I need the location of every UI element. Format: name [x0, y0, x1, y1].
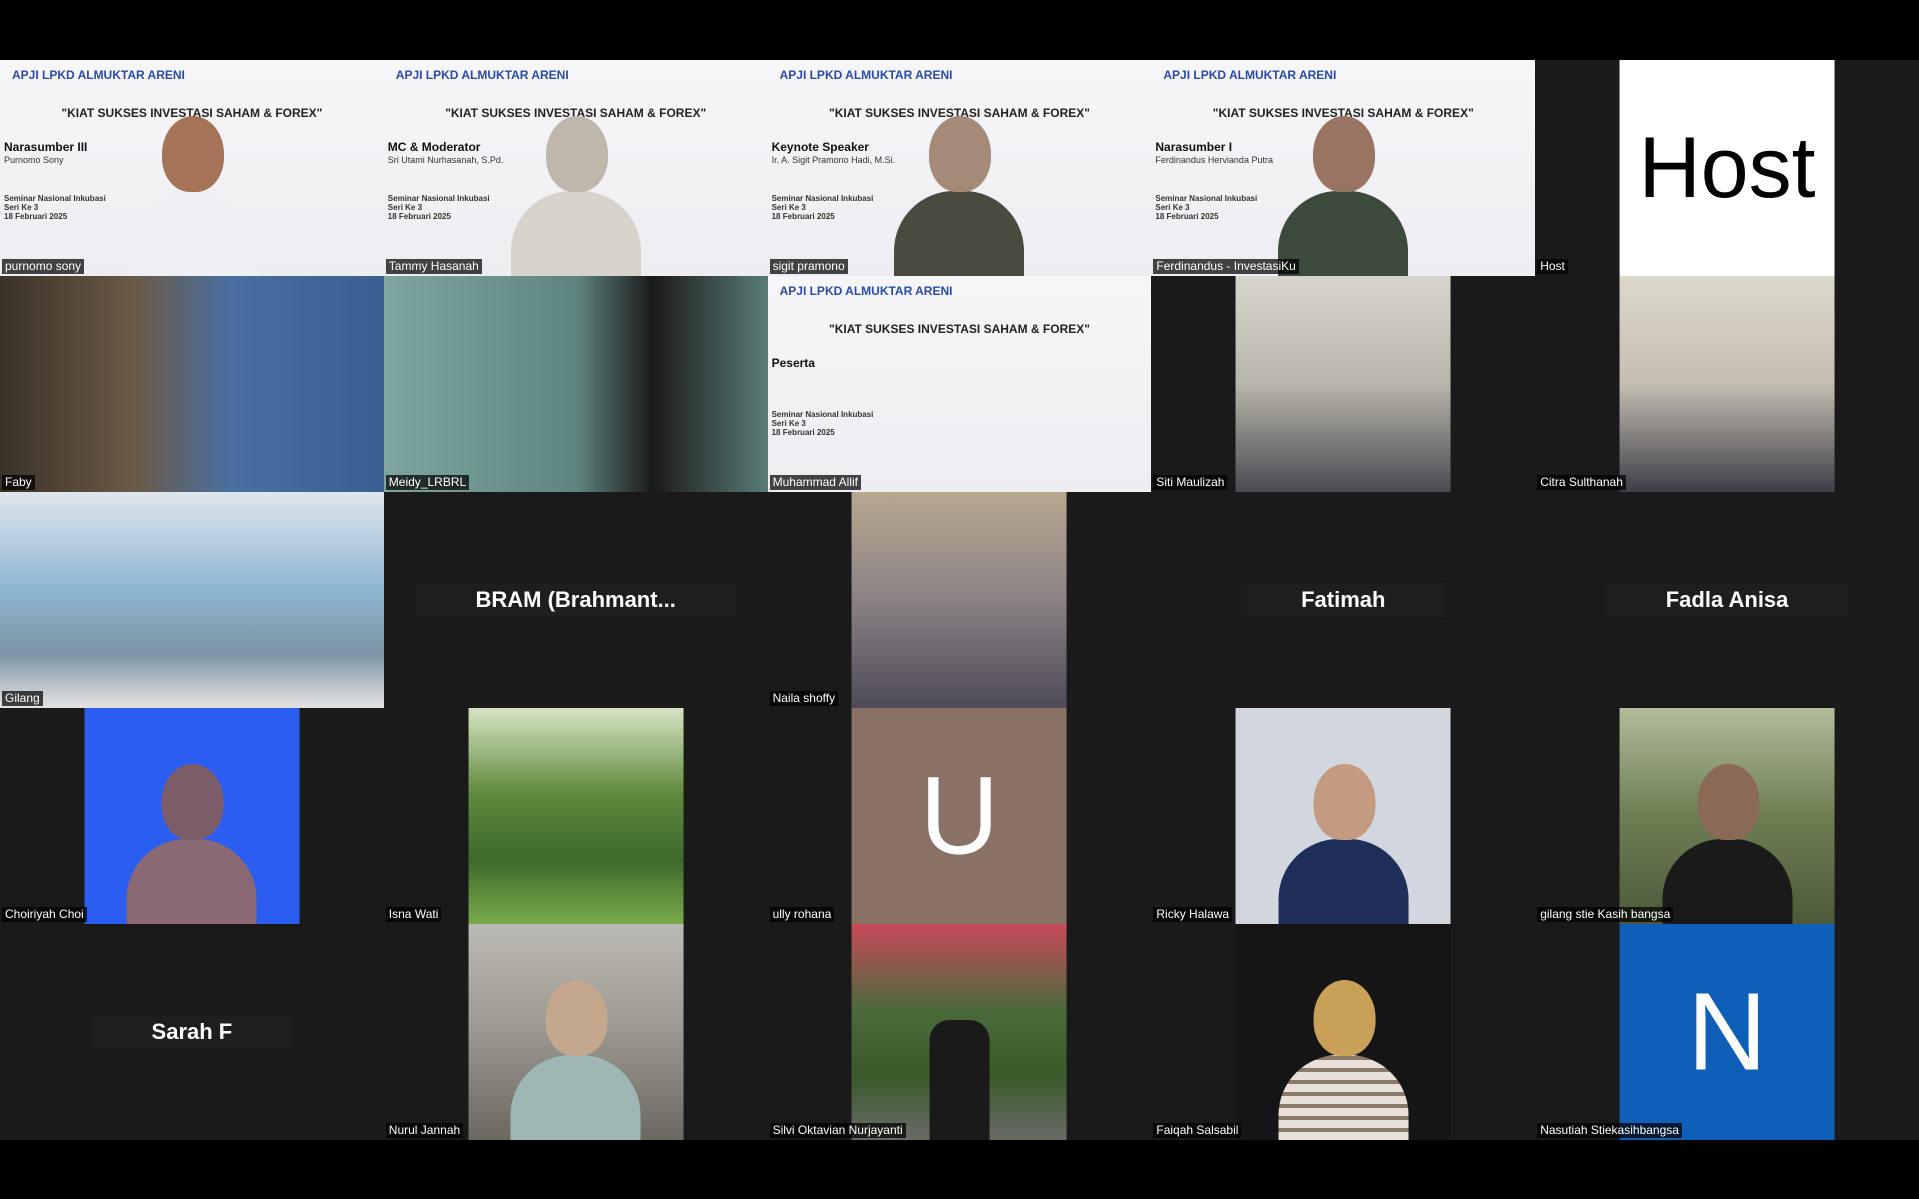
sponsor-logos: APJI LPKD ALMUKTAR ARENI [779, 68, 953, 82]
sponsor-logos: APJI LPKD ALMUKTAR ARENI [395, 68, 569, 82]
participant-video [852, 492, 1067, 708]
speaker-role: Peserta [771, 356, 815, 370]
participant-name: Choiriyah Choi [2, 907, 87, 922]
participant-tile[interactable]: APJI LPKD ALMUKTAR ARENI "KIAT SUKSES IN… [767, 276, 1152, 492]
participant-display-name: Fatimah [1241, 583, 1446, 617]
seminar-info: Seminar Nasional Inkubasi Seri Ke 3 18 Feb… [1155, 194, 1258, 221]
participant-video [0, 276, 384, 492]
participant-tile[interactable]: Host Host [1535, 60, 1919, 276]
participant-video [1278, 96, 1409, 276]
participant-tile[interactable]: N Nasutiah Stiekasihbangsa [1535, 924, 1919, 1140]
participant-name: Nasutiah Stiekasihbangsa [1537, 1123, 1682, 1138]
seminar-info: Seminar Nasional Inkubasi Seri Ke 3 18 Feb… [4, 194, 106, 221]
participant-video [1619, 276, 1835, 492]
participant-name: Faiqah Salsabil [1153, 1123, 1242, 1138]
slide-slogan: "KIAT SUKSES INVESTASI SAHAM & FOREX" [829, 322, 1090, 336]
participant-tile[interactable]: Nurul Jannah [383, 924, 768, 1140]
participant-photo [84, 708, 300, 924]
participant-name: Muhammad Allif [769, 475, 861, 490]
speaker-role: Keynote Speaker [771, 140, 869, 154]
participant-video [510, 96, 641, 276]
participant-tile[interactable]: APJI LPKD ALMUKTAR ARENI "KIAT SUKSES IN… [383, 60, 768, 276]
speaker-full-name: Purnomo Sony [4, 155, 64, 165]
participant-photo [468, 924, 684, 1140]
participant-tile[interactable]: Faiqah Salsabil [1151, 924, 1536, 1140]
participant-name: Host [1537, 259, 1568, 274]
participant-name: Faby [2, 475, 35, 490]
participant-photo [468, 708, 684, 924]
participant-name: Ricky Halawa [1153, 907, 1233, 922]
participant-tile[interactable]: Silvi Oktavian Nurjayanti [767, 924, 1152, 1140]
speaker-role: Narasumber I [1155, 140, 1233, 154]
participant-photo [852, 924, 1067, 1140]
participant-name: Naila shoffy [769, 691, 839, 706]
participant-tile[interactable]: APJI LPKD ALMUKTAR ARENI "KIAT SUKSES IN… [0, 60, 384, 276]
participant-name: sigit pramono [769, 259, 848, 274]
participant-name: purnomo sony [2, 259, 85, 274]
seminar-info: Seminar Nasional Inkubasi Seri Ke 3 18 Feb… [387, 194, 490, 221]
participant-tile[interactable]: Isna Wati [383, 708, 768, 924]
participant-tile[interactable]: BRAM (Brahmant... [383, 492, 768, 708]
participant-photo [1235, 924, 1451, 1140]
speaker-full-name: Ferdinandus Hervianda Putra [1155, 155, 1273, 165]
participant-photo [1235, 708, 1451, 924]
participant-name: ully rohana [769, 907, 835, 922]
participant-tile[interactable]: APJI LPKD ALMUKTAR ARENI "KIAT SUKSES IN… [767, 60, 1152, 276]
participant-name: Gilang [2, 691, 43, 706]
participant-tile[interactable]: Ricky Halawa [1151, 708, 1536, 924]
participant-name: gilang stie Kasih bangsa [1537, 907, 1674, 922]
participant-tile[interactable]: U ully rohana [767, 708, 1152, 924]
participant-name: Nurul Jannah [385, 1123, 464, 1138]
avatar: U [852, 708, 1067, 924]
participant-name: Isna Wati [385, 907, 442, 922]
participant-display-name: Sarah F [91, 1015, 293, 1049]
participant-tile[interactable]: Choiriyah Choi [0, 708, 384, 924]
sponsor-logos: APJI LPKD ALMUKTAR ARENI [779, 284, 953, 298]
speaker-role: Narasumber III [4, 140, 88, 154]
participant-video [383, 276, 768, 492]
participant-tile[interactable]: gilang stie Kasih bangsa [1535, 708, 1919, 924]
avatar: N [1619, 924, 1835, 1140]
participant-tile[interactable]: Citra Sulthanah [1535, 276, 1919, 492]
participant-tile[interactable]: Naila shoffy [767, 492, 1152, 708]
webinar-slide: APJI LPKD ALMUKTAR ARENI "KIAT SUKSES IN… [767, 276, 1152, 492]
host-placeholder: Host [1619, 60, 1835, 276]
sponsor-logos: APJI LPKD ALMUKTAR ARENI [1163, 68, 1337, 82]
participant-tile[interactable]: Fadla Anisa [1535, 492, 1919, 708]
participant-name: Meidy_LRBRL [385, 475, 470, 490]
participant-display-name: Fadla Anisa [1605, 583, 1849, 617]
participant-tile[interactable]: Sarah F [0, 924, 384, 1140]
participant-tile[interactable]: Faby [0, 276, 384, 492]
participant-video [126, 96, 257, 276]
participant-name: Tammy Hasanah [385, 259, 482, 274]
participant-name: Silvi Oktavian Nurjayanti [769, 1123, 906, 1138]
participant-name: Citra Sulthanah [1537, 475, 1626, 490]
seminar-info: Seminar Nasional Inkubasi Seri Ke 3 18 Feb… [771, 410, 874, 437]
participant-name: Siti Maulizah [1153, 475, 1228, 490]
sponsor-logos: APJI LPKD ALMUKTAR ARENI [12, 68, 185, 82]
video-gallery: APJI LPKD ALMUKTAR ARENI "KIAT SUKSES IN… [0, 60, 1919, 1140]
participant-name: Ferdinandus - InvestasiKu [1153, 259, 1299, 274]
participant-video [894, 96, 1025, 276]
speaker-full-name: Ir. A. Sigit Pramono Hadi, M.Si. [771, 155, 896, 165]
participant-tile[interactable]: Fatimah [1151, 492, 1536, 708]
speaker-role: MC & Moderator [387, 140, 481, 154]
participant-photo [1619, 708, 1835, 924]
seminar-info: Seminar Nasional Inkubasi Seri Ke 3 18 Feb… [771, 194, 874, 221]
participant-tile[interactable]: Meidy_LRBRL [383, 276, 768, 492]
participant-tile[interactable]: APJI LPKD ALMUKTAR ARENI "KIAT SUKSES IN… [1151, 60, 1536, 276]
speaker-full-name: Sri Utami Nurhasanah, S.Pd. [387, 155, 504, 165]
participant-video [1235, 276, 1451, 492]
participant-tile[interactable]: Gilang [0, 492, 384, 708]
participant-tile[interactable]: Siti Maulizah [1151, 276, 1536, 492]
participant-display-name: BRAM (Brahmant... [415, 583, 736, 617]
participant-video [0, 492, 384, 708]
